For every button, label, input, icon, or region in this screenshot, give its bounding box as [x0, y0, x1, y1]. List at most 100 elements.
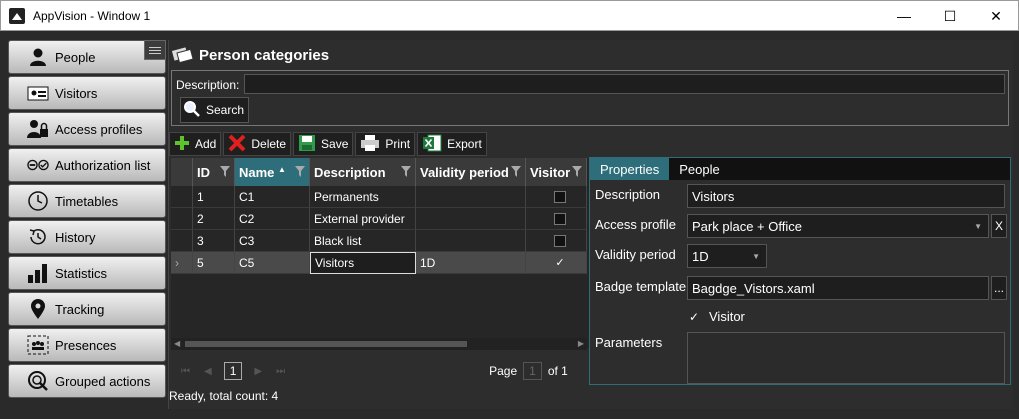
filter-icon[interactable] [511, 165, 521, 180]
page-count-label: of 1 [547, 364, 568, 378]
sidebar-item-label: Timetables [55, 193, 119, 209]
parameters-field[interactable] [687, 332, 1005, 384]
add-button[interactable]: Add [169, 132, 222, 156]
column-header-description[interactable]: Description [310, 158, 416, 186]
column-header-name[interactable]: Name ▲ [235, 158, 310, 186]
cell-description: Permanents [310, 186, 416, 208]
browse-badge-button[interactable]: ... [991, 276, 1007, 300]
column-header-label: Description [314, 164, 386, 180]
cell-name: C2 [235, 208, 310, 230]
close-button[interactable]: ✕ [973, 1, 1019, 31]
cell-name: C5 [235, 252, 310, 274]
next-page-icon[interactable]: ▶ [254, 366, 262, 377]
cell-validity: 1D [416, 252, 526, 274]
access-profile-icon [27, 118, 49, 140]
cell-id: 3 [193, 230, 235, 252]
sidebar-item-tracking[interactable]: Tracking [8, 292, 166, 326]
sidebar-item-timetables[interactable]: Timetables [8, 184, 166, 218]
toolbar: Add Delete Save Print Export [169, 132, 487, 158]
column-header-text: Name [239, 164, 275, 180]
cell-description-editing[interactable]: Visitors [310, 252, 416, 274]
row-marker-cell [171, 186, 193, 208]
minimize-button[interactable]: — [881, 1, 927, 31]
column-header-validity-period[interactable]: Validity period [416, 158, 526, 186]
floppy-disk-icon [298, 134, 316, 155]
page-label: Page [489, 364, 518, 378]
description-filter-input[interactable] [244, 74, 1005, 94]
maximize-button[interactable]: ☐ [927, 1, 973, 31]
scroll-right-icon[interactable]: ▶ [578, 339, 584, 348]
sidebar-item-access-profiles[interactable]: Access profiles [8, 112, 166, 146]
cell-id: 1 [193, 186, 235, 208]
person-icon [27, 46, 49, 68]
validity-period-select[interactable]: 1D ▼ [687, 244, 767, 268]
row-marker-cell [171, 208, 193, 230]
cell-visitor [526, 230, 587, 252]
save-button-label: Save [321, 137, 349, 151]
first-page-icon[interactable]: ⏮ [181, 366, 190, 377]
table-row[interactable]: 2 C2 External provider [171, 208, 587, 230]
clear-access-profile-button[interactable]: X [991, 214, 1007, 238]
authorization-list-icon [27, 154, 49, 176]
column-header-id[interactable]: ID [193, 158, 235, 186]
history-icon [27, 226, 49, 248]
main-panel: Person categories Description: Search Ad… [168, 40, 1013, 409]
visitor-checkbox[interactable]: ✓ [554, 257, 566, 269]
scrollbar-thumb[interactable] [185, 341, 467, 347]
access-profile-label: Access profile [595, 217, 676, 232]
table-row-selected[interactable]: › 5 C5 Visitors 1D ✓ [171, 252, 587, 274]
export-button[interactable]: Export [417, 132, 487, 156]
description-filter-label: Description: [176, 78, 240, 92]
sidebar-item-authorization-list[interactable]: Authorization list [8, 148, 166, 182]
horizontal-scrollbar[interactable]: ◀ ▶ [171, 338, 587, 350]
tab-people[interactable]: People [669, 158, 729, 180]
filter-icon[interactable] [401, 165, 411, 180]
tab-properties[interactable]: Properties [590, 158, 670, 180]
cell-validity [416, 230, 526, 252]
sidebar-item-grouped-actions[interactable]: Grouped actions [8, 364, 166, 398]
sidebar-item-people[interactable]: People [8, 40, 166, 74]
last-page-icon[interactable]: ⏭ [276, 366, 285, 377]
page-input[interactable]: 1 [523, 362, 542, 380]
table-row[interactable]: 1 C1 Permanents [171, 186, 587, 208]
table-row[interactable]: 3 C3 Black list [171, 230, 587, 252]
sidebar-item-history[interactable]: History [8, 220, 166, 254]
column-header-label: Validity period [420, 164, 509, 180]
save-button[interactable]: Save [293, 132, 354, 156]
description-field[interactable]: Visitors [687, 184, 1005, 208]
status-bar-text: Ready, total count: 4 [169, 389, 279, 403]
add-button-label: Add [195, 137, 217, 151]
prev-page-icon[interactable]: ◀ [204, 366, 212, 377]
filter-icon[interactable] [295, 165, 305, 180]
filter-icon[interactable] [572, 165, 582, 180]
properties-tabs: Properties People [590, 158, 1010, 180]
visitor-checkbox[interactable] [554, 190, 566, 203]
row-marker-cell [171, 230, 193, 252]
sidebar-item-presences[interactable]: Presences [8, 328, 166, 362]
delete-button[interactable]: Delete [223, 132, 292, 156]
export-button-label: Export [447, 137, 482, 151]
scroll-left-icon[interactable]: ◀ [174, 339, 180, 348]
sidebar-item-visitors[interactable]: Visitors [8, 76, 166, 110]
column-header-label: Name ▲ [239, 165, 286, 180]
validity-period-label: Validity period [595, 247, 676, 262]
filter-icon[interactable] [220, 165, 230, 180]
visitor-checkbox-mark[interactable]: ✓ [689, 310, 699, 324]
column-header-visitor[interactable]: Visitor [526, 158, 587, 186]
presences-icon [27, 334, 49, 356]
sidebar-item-label: History [55, 229, 96, 245]
sidebar-menu-button[interactable] [144, 40, 166, 60]
cell-visitor: ✓ [526, 252, 587, 274]
bar-chart-icon [27, 262, 49, 284]
print-button[interactable]: Print [355, 132, 416, 156]
cell-id: 5 [193, 252, 235, 274]
visitor-checkbox[interactable] [554, 234, 566, 247]
print-button-label: Print [385, 137, 411, 151]
sidebar-item-statistics[interactable]: Statistics [8, 256, 166, 290]
page-number-button[interactable]: 1 [223, 362, 243, 380]
visitor-checkbox[interactable] [554, 212, 566, 225]
search-button[interactable]: Search [180, 97, 250, 123]
access-profile-select[interactable]: Park place + Office ▼ [687, 214, 989, 238]
properties-panel: Properties People Description Visitors A… [589, 157, 1011, 385]
badge-template-field[interactable]: Bagdge_Vistors.xaml [687, 276, 989, 300]
